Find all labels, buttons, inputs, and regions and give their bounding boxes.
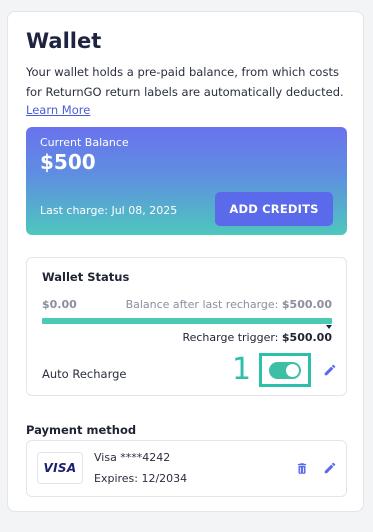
payment-method-title: Payment method [26,423,137,437]
wallet-description: Your wallet holds a pre-paid balance, fr… [26,65,344,99]
visa-logo: VISA [37,452,83,484]
balance-progress-bar [42,318,332,324]
edit-card-pencil-icon[interactable] [323,461,337,475]
recharge-trigger-value: $500.00 [281,331,332,344]
payment-method-card: VISA Visa ****4242 Expires: 12/2034 [26,440,347,497]
annotation-number: 1 [232,352,252,387]
edit-auto-recharge-pencil-icon[interactable] [323,363,337,377]
current-balance-card: Current Balance $500 Last charge: Jul 08… [26,127,347,235]
balance-progress-fill [42,318,332,324]
wallet-title: Wallet [26,29,102,53]
wallet-status-panel: Wallet Status $0.00 Balance after last r… [26,257,347,396]
card-expiry: Expires: 12/2034 [94,472,188,485]
after-recharge-label: Balance after last recharge: [125,298,279,311]
auto-recharge-toggle[interactable] [269,362,301,379]
current-balance-amount: $500 [40,150,96,174]
card-number: Visa ****4242 [94,451,171,464]
last-charge-date: Last charge: Jul 08, 2025 [40,204,178,217]
auto-recharge-label: Auto Recharge [42,367,127,381]
balance-after-recharge: Balance after last recharge: $500.00 [126,298,332,311]
delete-card-trash-icon[interactable] [295,461,309,476]
recharge-trigger-label: Recharge trigger: [182,331,279,344]
current-balance-label: Current Balance [40,136,129,149]
add-credits-button[interactable]: ADD CREDITS [215,192,333,226]
learn-more-link[interactable]: Learn More [26,103,90,117]
recharge-trigger-marker [326,325,332,329]
wallet-status-title: Wallet Status [42,270,130,284]
annotation-highlight-box [259,353,311,387]
balance-min-value: $0.00 [42,298,77,311]
after-recharge-value: $500.00 [281,298,332,311]
toggle-knob [286,364,299,377]
wallet-card: Wallet Your wallet holds a pre-paid bala… [7,11,364,512]
recharge-trigger: Recharge trigger: $500.00 [182,331,332,344]
